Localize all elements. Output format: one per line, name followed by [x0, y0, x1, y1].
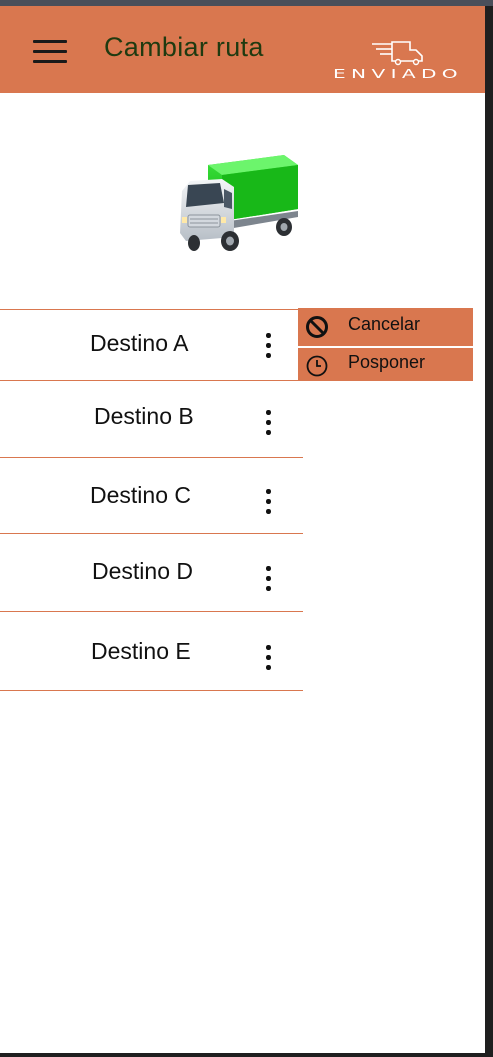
list-item[interactable]: Destino B [0, 381, 303, 458]
destination-label: Destino A [90, 330, 189, 356]
list-item[interactable]: Destino D [0, 534, 303, 612]
app-header: Cambiar ruta ENVIADO [0, 6, 485, 93]
menu-item-cancelar[interactable]: Cancelar [298, 308, 473, 346]
enviado-logo: ENVIADO [333, 41, 463, 80]
kebab-menu-icon[interactable] [263, 333, 273, 359]
kebab-menu-icon[interactable] [263, 566, 273, 592]
window-bottom-edge [0, 1053, 493, 1057]
page-title: Cambiar ruta [104, 32, 264, 62]
truck-icon [180, 155, 298, 251]
destination-label: Destino E [91, 638, 191, 664]
menu-item-posponer[interactable]: Posponer [298, 348, 473, 381]
app-screen: Cambiar ruta ENVIADO Destino A Destino B… [0, 6, 485, 1053]
logo-text: ENVIADO [333, 67, 463, 80]
window-right-edge [485, 6, 493, 1057]
list-item[interactable]: Destino C [0, 458, 303, 534]
kebab-menu-icon[interactable] [263, 410, 273, 436]
row-context-menu: Cancelar Posponer [298, 308, 473, 381]
list-item[interactable]: Destino A [0, 309, 303, 381]
list-item[interactable]: Destino E [0, 612, 303, 691]
destination-label: Destino D [92, 558, 193, 584]
cancel-icon [306, 316, 328, 338]
kebab-menu-icon[interactable] [263, 645, 273, 671]
clock-icon [306, 355, 328, 377]
destination-label: Destino B [94, 403, 194, 429]
menu-item-label: Posponer [348, 352, 426, 372]
hamburger-menu-icon[interactable] [33, 40, 67, 64]
kebab-menu-icon[interactable] [263, 489, 273, 515]
menu-item-label: Cancelar [348, 314, 421, 334]
destination-label: Destino C [90, 482, 191, 508]
